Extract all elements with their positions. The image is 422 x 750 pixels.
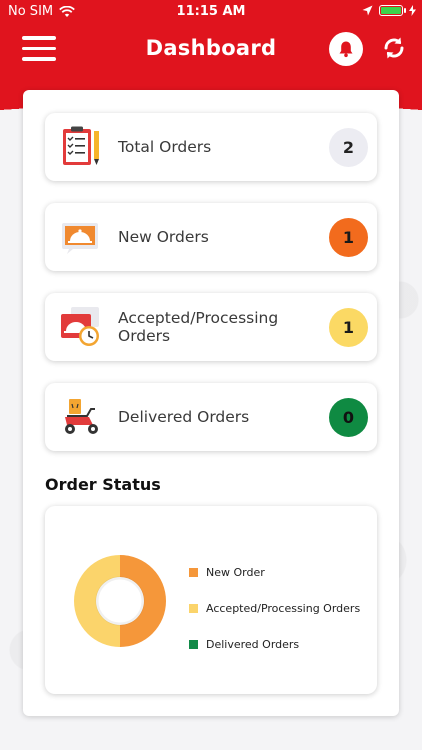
status-right: [362, 5, 416, 16]
legend-label: New Order: [206, 565, 265, 579]
total-orders-label: Total Orders: [118, 138, 212, 156]
cloche-screen-icon: [62, 223, 98, 254]
legend-swatch: [189, 639, 198, 649]
new-orders-count: 1: [329, 218, 368, 257]
legend-swatch: [189, 603, 198, 613]
new-orders-label: New Orders: [118, 228, 209, 246]
cloche-clock-icon: [61, 307, 99, 346]
bell-icon: [339, 41, 353, 58]
legend-item: Accepted/Processing Orders: [189, 590, 360, 626]
legend-label: Delivered Orders: [206, 637, 300, 651]
chart-legend: New Order Accepted/Processing Orders Deliv…: [189, 554, 360, 662]
total-orders-card[interactable]: Total Orders 2: [45, 113, 377, 181]
donut-hole: [95, 576, 145, 626]
location-arrow-icon: [362, 5, 373, 16]
clipboard-checklist-icon: [63, 126, 99, 165]
processing-orders-count: 1: [329, 308, 368, 347]
delivery-scooter-icon: [65, 399, 98, 434]
order-status-heading: Order Status: [45, 475, 161, 494]
app-header: No SIM 11:15 AM Dashboard: [0, 0, 422, 110]
delivered-orders-label: Delivered Orders: [118, 408, 250, 426]
legend-label: Accepted/Processing Orders: [206, 601, 361, 615]
legend-swatch: [189, 567, 198, 577]
status-bar: No SIM 11:15 AM: [0, 0, 422, 24]
total-orders-count: 2: [329, 128, 368, 167]
notifications-button[interactable]: [329, 32, 363, 66]
charging-bolt-icon: [409, 5, 416, 16]
status-time: 11:15 AM: [176, 4, 246, 19]
delivered-orders-card[interactable]: Delivered Orders 0: [45, 383, 377, 451]
processing-orders-label: Accepted/Processing Orders: [118, 309, 279, 345]
battery-icon: [379, 5, 406, 16]
legend-item: New Order: [189, 554, 360, 590]
dashboard-panel: Total Orders 2 New Orders 1 Accepted/Pro…: [23, 90, 399, 716]
refresh-icon[interactable]: [379, 33, 409, 63]
new-orders-card[interactable]: New Orders 1: [45, 203, 377, 271]
order-status-chart-card: New Order Accepted/Processing Orders Deliv…: [45, 506, 377, 694]
nav-bar: Dashboard: [0, 30, 422, 70]
delivered-orders-count: 0: [329, 398, 368, 437]
legend-item: Delivered Orders: [189, 626, 360, 662]
order-status-donut-chart: [74, 555, 166, 647]
processing-orders-card[interactable]: Accepted/Processing Orders 1: [45, 293, 377, 361]
